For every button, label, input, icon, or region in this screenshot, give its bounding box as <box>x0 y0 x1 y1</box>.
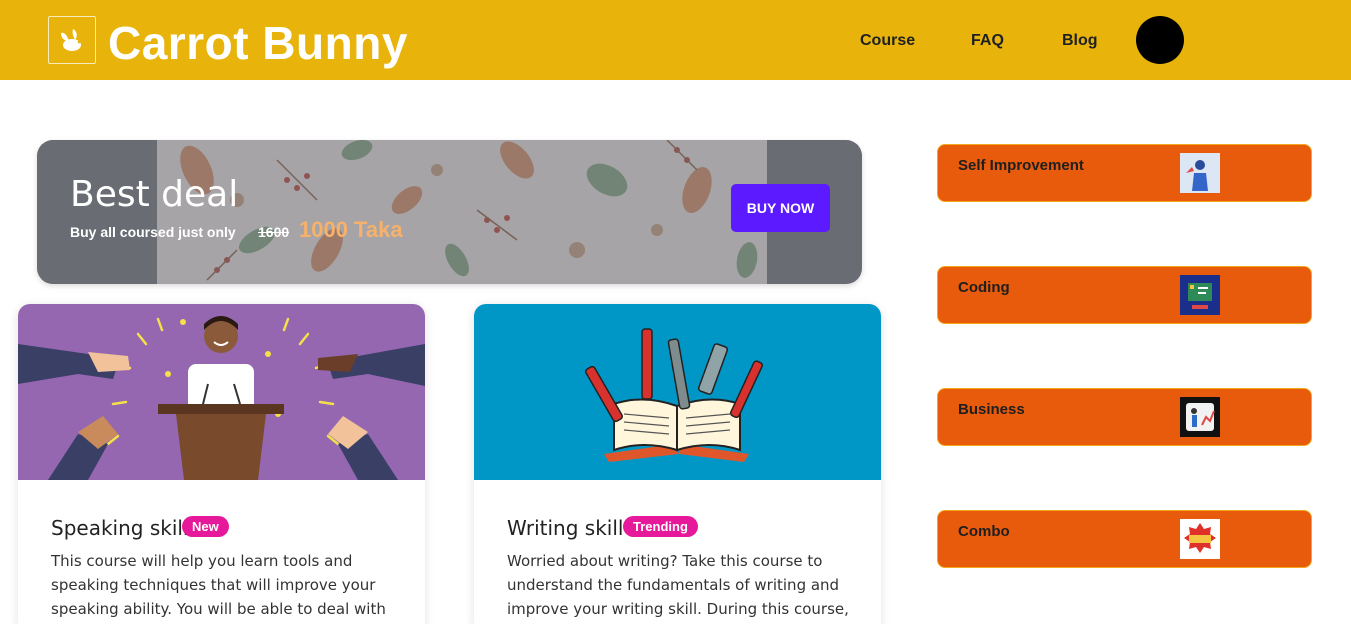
category-label: Business <box>958 401 1025 418</box>
course-description: This course will help you learn tools an… <box>51 552 386 618</box>
new-badge: New <box>182 516 229 537</box>
header-bar: Carrot Bunny Course FAQ Blog <box>0 0 1351 80</box>
category-self-improvement[interactable]: Self Improvement <box>937 144 1312 202</box>
business-thumbnail <box>1180 397 1220 437</box>
category-label: Coding <box>958 279 1010 296</box>
category-business[interactable]: Business <box>937 388 1312 446</box>
deal-subtitle: Buy all coursed just only <box>70 224 236 240</box>
course-card-writing[interactable]: Writing skill Trending Worried about wri… <box>474 304 881 624</box>
deal-new-price: 1000 Taka <box>299 217 403 242</box>
best-deal-thumbnail <box>1180 519 1220 559</box>
course-card-speaking[interactable]: Speaking skill New This course will help… <box>18 304 425 624</box>
category-label: Self Improvement <box>958 157 1084 174</box>
speaker-podium-applause-illustration <box>18 304 425 480</box>
page: Carrot Bunny Course FAQ Blog Best deal B… <box>0 0 1351 624</box>
bunny-icon <box>61 29 81 51</box>
category-label: Combo <box>958 523 1010 540</box>
brand-title[interactable]: Carrot Bunny <box>108 12 408 74</box>
nav-faq-link[interactable]: FAQ <box>971 30 1004 52</box>
coding-thumbnail <box>1180 275 1220 315</box>
self-improvement-thumbnail <box>1180 153 1220 193</box>
trending-badge: Trending <box>623 516 698 537</box>
nav-blog-link[interactable]: Blog <box>1062 30 1098 52</box>
category-coding[interactable]: Coding <box>937 266 1312 324</box>
open-book-pens-illustration <box>474 304 881 480</box>
course-title: Speaking skill <box>51 516 189 540</box>
course-description: Worried about writing? Take this course … <box>507 552 849 618</box>
user-avatar[interactable] <box>1136 16 1184 64</box>
logo[interactable] <box>48 16 96 64</box>
deal-old-price: 1600 <box>258 224 290 240</box>
best-deal-banner: Best deal Buy all coursed just only 1600… <box>37 140 862 284</box>
buy-now-button[interactable]: BUY NOW <box>731 184 830 232</box>
nav-course-link[interactable]: Course <box>860 30 915 52</box>
course-title: Writing skill <box>507 516 624 540</box>
deal-title: Best deal <box>70 174 239 215</box>
category-combo[interactable]: Combo <box>937 510 1312 568</box>
